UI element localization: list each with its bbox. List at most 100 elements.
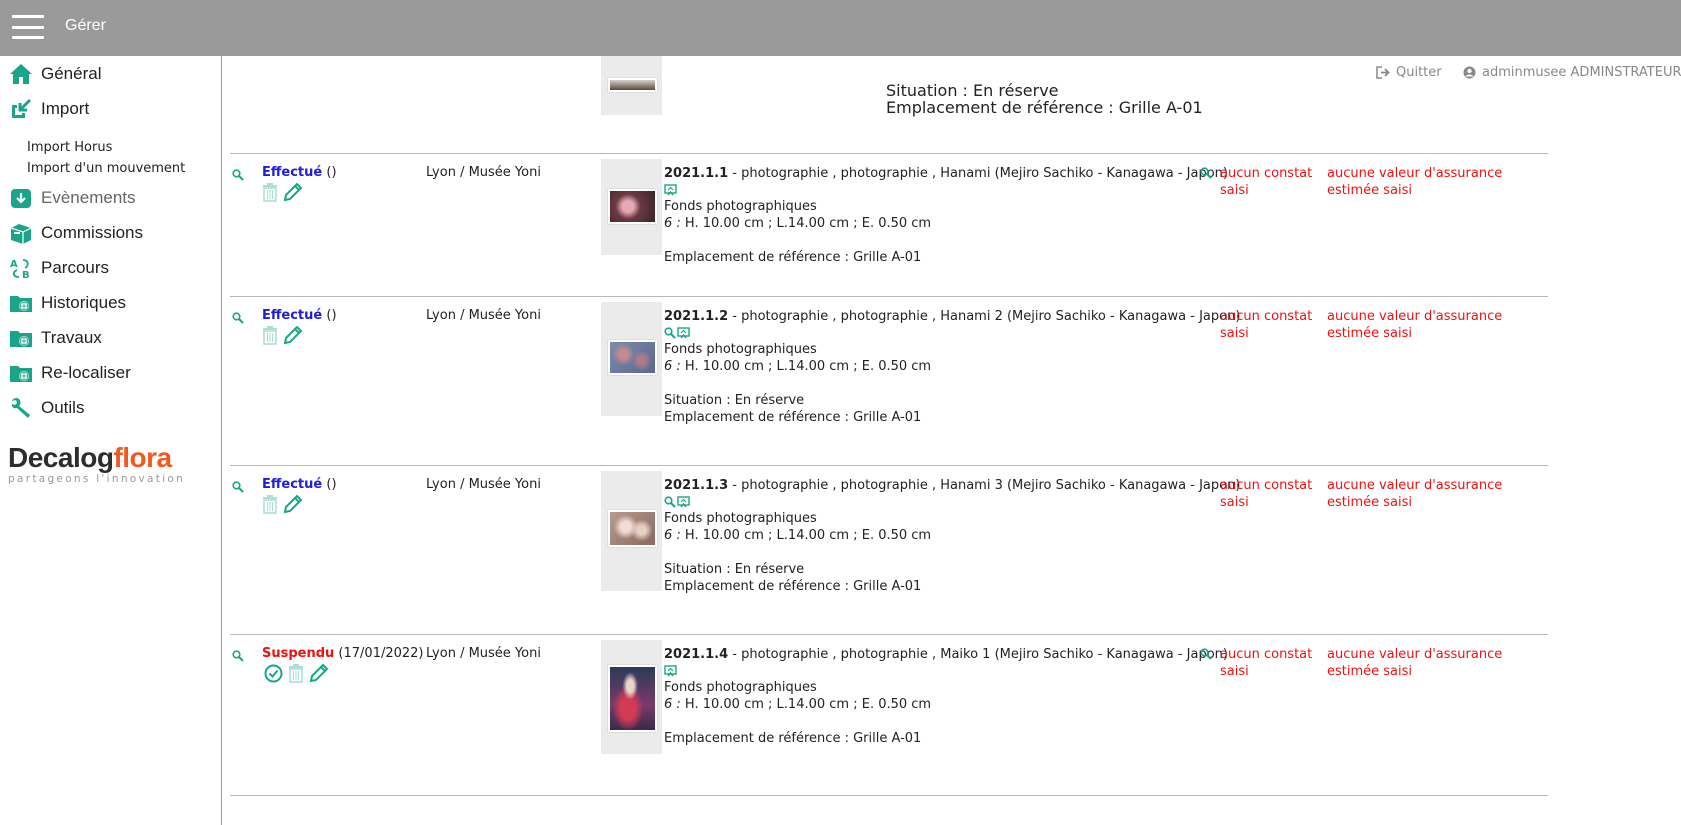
- trash-icon[interactable]: [262, 326, 278, 345]
- artwork-thumbnail[interactable]: [608, 340, 657, 375]
- fonds-text: Fonds photographiques: [664, 199, 817, 214]
- trash-icon[interactable]: [262, 183, 278, 202]
- search-icon[interactable]: [232, 650, 244, 666]
- hamburger-menu-icon[interactable]: [12, 15, 44, 39]
- dimension-prefix: 6 :: [664, 528, 681, 543]
- thumbnail-container: [601, 302, 662, 416]
- emplacement-text: Emplacement de référence : Grille A-01: [664, 250, 922, 265]
- decalog-flora-logo: Decalogflora partageons l'innovation: [8, 443, 208, 493]
- status-date: (): [326, 477, 337, 492]
- sidebar-item-label: Evènements: [41, 188, 136, 207]
- sidebar-item-travaux[interactable]: Travaux: [9, 324, 102, 352]
- movement-status: Suspendu (17/01/2022): [262, 646, 424, 661]
- sidebar-item-label: Parcours: [41, 258, 110, 277]
- assurance-status: aucune valeur d'assurance estimée saisi: [1327, 309, 1503, 341]
- zoom-icon[interactable]: [664, 496, 676, 508]
- trash-icon[interactable]: [262, 495, 278, 514]
- artwork-thumbnail[interactable]: [608, 665, 657, 732]
- search-icon[interactable]: [232, 481, 244, 497]
- pencil-icon[interactable]: [283, 495, 303, 514]
- artwork-thumbnail[interactable]: [608, 189, 657, 224]
- mini-actions: [664, 663, 1228, 679]
- sidebar-item-label: Re-localiser: [41, 363, 131, 382]
- row-actions: [264, 664, 329, 683]
- status-link[interactable]: Effectué: [262, 308, 322, 323]
- zoom-icon[interactable]: [664, 327, 676, 339]
- sidebar-item-evenements[interactable]: Evènements: [9, 184, 136, 212]
- dimensions-text: H. 10.00 cm ; L.14.00 cm ; E. 0.50 cm: [680, 528, 932, 543]
- fonds-text: Fonds photographiques: [664, 342, 817, 357]
- status-link[interactable]: Effectué: [262, 477, 322, 492]
- constat-status: aucun constat saisi: [1220, 309, 1313, 341]
- search-icon[interactable]: [1200, 648, 1212, 664]
- pencil-icon[interactable]: [283, 183, 303, 202]
- object-description: 2021.1.1 - photographie , photographie ,…: [664, 165, 1228, 266]
- movement-status: Effectué (): [262, 165, 337, 180]
- trash-icon[interactable]: [288, 664, 304, 683]
- inventory-number[interactable]: 2021.1.1: [664, 166, 728, 181]
- svg-text:A: A: [10, 259, 18, 270]
- slideshow-icon[interactable]: [664, 184, 677, 196]
- sidebar-item-import[interactable]: Import: [9, 95, 89, 123]
- search-icon[interactable]: [232, 312, 244, 328]
- fonds-text: Fonds photographiques: [664, 511, 817, 526]
- sidebar-item-commissions[interactable]: Commissions: [9, 219, 143, 247]
- sidebar-item-outils[interactable]: Outils: [9, 394, 84, 422]
- status-link[interactable]: Suspendu: [262, 646, 334, 661]
- constat-status: aucun constat saisi: [1220, 647, 1313, 679]
- slideshow-icon[interactable]: [677, 496, 690, 508]
- location-text: Lyon / Musée Yoni: [426, 165, 541, 180]
- sidebar-item-historiques[interactable]: Historiques: [9, 289, 126, 317]
- object-description: 2021.1.4 - photographie , photographie ,…: [664, 646, 1228, 747]
- artwork-thumbnail[interactable]: [608, 510, 657, 547]
- mini-actions: [664, 182, 1228, 198]
- status-link[interactable]: Effectué: [262, 165, 322, 180]
- row-actions: [262, 326, 303, 345]
- svg-text:B: B: [22, 270, 30, 280]
- situation-text: Situation : En réserve: [664, 393, 805, 408]
- import-icon: [9, 97, 33, 121]
- check-circle-icon[interactable]: [264, 664, 283, 683]
- sidebar-item-general[interactable]: Général: [9, 60, 101, 88]
- thumbnail-container: [601, 471, 662, 591]
- sidebar-subitem-import-mouvement[interactable]: Import d'un mouvement: [27, 161, 185, 176]
- pencil-icon[interactable]: [283, 326, 303, 345]
- inventory-number[interactable]: 2021.1.2: [664, 309, 728, 324]
- pencil-icon[interactable]: [309, 664, 329, 683]
- sidebar-item-parcours[interactable]: AB Parcours: [9, 254, 109, 282]
- sidebar-item-label: Import: [41, 99, 90, 118]
- status-date: (): [326, 308, 337, 323]
- emplacement-text: Emplacement de référence : Grille A-01: [664, 579, 922, 594]
- search-icon[interactable]: [1200, 167, 1212, 183]
- sidebar-subitem-import-horus[interactable]: Import Horus: [27, 140, 112, 155]
- search-icon[interactable]: [232, 169, 244, 185]
- inventory-number[interactable]: 2021.1.4: [664, 647, 728, 662]
- location-text: Lyon / Musée Yoni: [426, 477, 541, 492]
- artwork-thumbnail[interactable]: [608, 78, 657, 92]
- emplacement-text: Emplacement de référence : Grille A-01: [664, 731, 922, 746]
- thumbnail-container: [601, 56, 662, 115]
- page-title: Gérer: [65, 17, 106, 34]
- row-actions: [262, 495, 303, 514]
- object-title: - photographie , photographie , Hanami 3…: [728, 478, 1241, 493]
- location-text: Lyon / Musée Yoni: [426, 646, 541, 661]
- inventory-number[interactable]: 2021.1.3: [664, 478, 728, 493]
- content-area: Situation : En réserve Emplacement de ré…: [222, 56, 1681, 825]
- location-text: Lyon / Musée Yoni: [426, 308, 541, 323]
- dimensions-text: H. 10.00 cm ; L.14.00 cm ; E. 0.50 cm: [680, 697, 932, 712]
- parcours-icon: AB: [9, 256, 33, 280]
- fonds-text: Fonds photographiques: [664, 680, 817, 695]
- row-divider: [230, 465, 1548, 466]
- sidebar-item-label: Général: [41, 64, 102, 83]
- constat-status: aucun constat saisi: [1220, 166, 1313, 198]
- sidebar-item-relocaliser[interactable]: Re-localiser: [9, 359, 131, 387]
- slideshow-icon[interactable]: [664, 665, 677, 677]
- movement-status: Effectué (): [262, 477, 337, 492]
- slideshow-icon[interactable]: [677, 327, 690, 339]
- home-icon: [9, 62, 33, 86]
- assurance-status: aucune valeur d'assurance estimée saisi: [1327, 166, 1503, 198]
- object-title: - photographie , photographie , Hanami 2…: [728, 309, 1241, 324]
- object-description: 2021.1.3 - photographie , photographie ,…: [664, 477, 1240, 595]
- dimensions-text: H. 10.00 cm ; L.14.00 cm ; E. 0.50 cm: [680, 216, 932, 231]
- dimension-prefix: 6 :: [664, 697, 681, 712]
